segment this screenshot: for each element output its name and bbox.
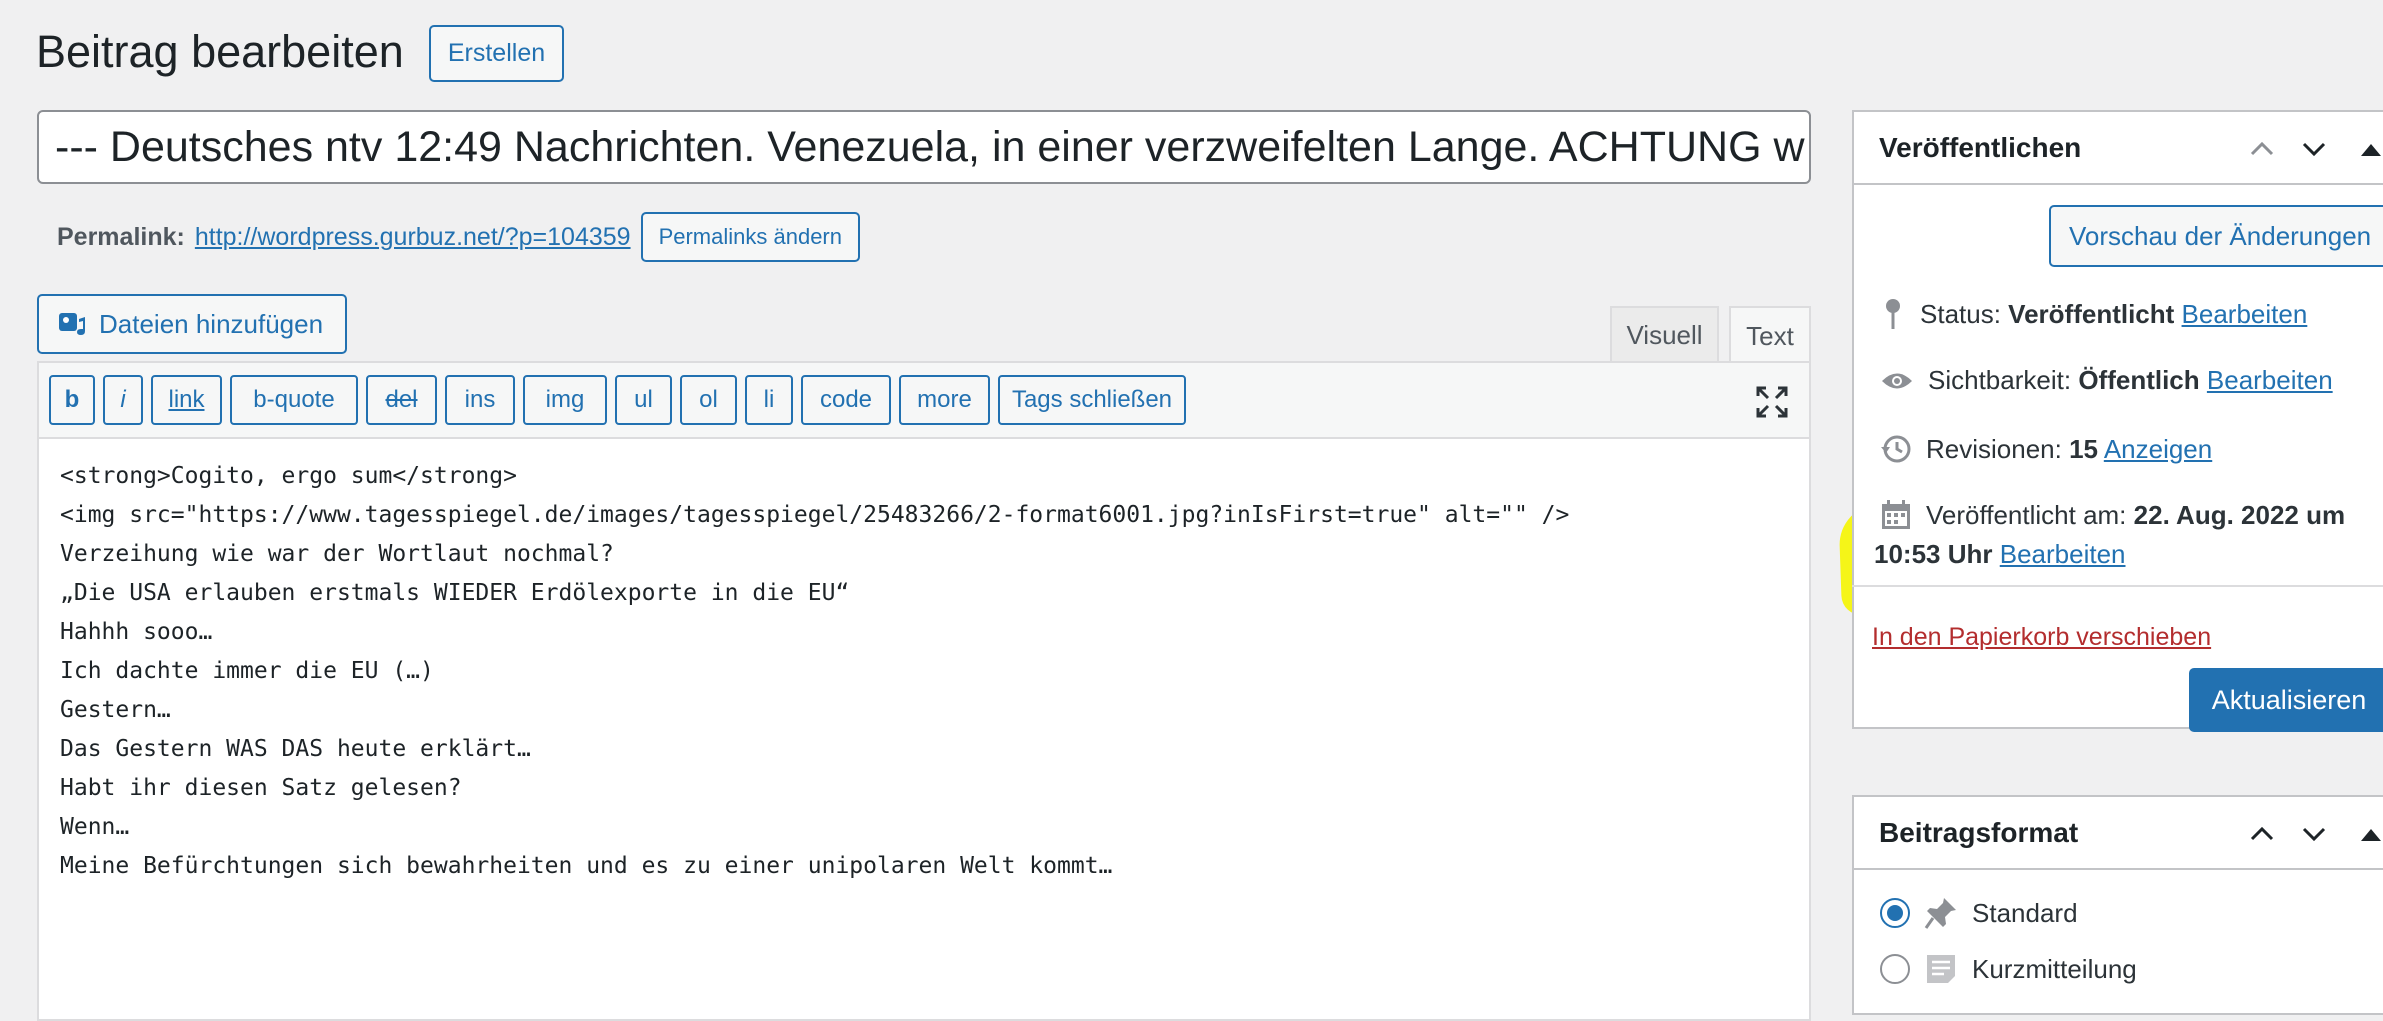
visibility-label: Sichtbarkeit: xyxy=(1928,365,2072,395)
qt-blockquote-button[interactable]: b-quote xyxy=(230,375,358,425)
visibility-row: Sichtbarkeit: Öffentlich Bearbeiten xyxy=(1880,365,2333,396)
content-line: Hahhh sooo… xyxy=(60,619,213,645)
published-time-row: 10:53 Uhr Bearbeiten xyxy=(1874,539,2126,570)
permalink-link[interactable]: http://wordpress.gurbuz.net/?p=104359 xyxy=(195,223,631,252)
page-title: Beitrag bearbeiten xyxy=(36,26,404,77)
content-line: Ich dachte immer die EU (…) xyxy=(60,658,434,684)
published-date-row: Veröffentlicht am: 22. Aug. 2022 um xyxy=(1880,499,2345,531)
post-format-box: Beitragsformat Standard Kurzmitteilung xyxy=(1852,795,2383,1015)
revisions-row: Revisionen: 15 Anzeigen xyxy=(1880,433,2212,465)
format-option-standard[interactable]: Standard xyxy=(1880,896,2078,930)
content-line: <strong>Cogito, ergo sum</strong> xyxy=(60,463,517,489)
calendar-icon xyxy=(1882,500,1910,529)
qt-code-button[interactable]: code xyxy=(801,375,891,425)
post-format-header: Beitragsformat xyxy=(1854,797,2383,870)
qt-img-button[interactable]: img xyxy=(523,375,607,425)
status-value: Veröffentlicht xyxy=(2008,298,2175,329)
toggle-arrow-icon[interactable] xyxy=(2356,134,2383,164)
pushpin-icon xyxy=(1924,898,1956,929)
qt-bold-button[interactable]: b xyxy=(49,375,95,425)
revisions-label: Revisionen: xyxy=(1926,433,2062,464)
qt-link-button[interactable]: link xyxy=(151,375,222,425)
post-format-heading: Beitragsformat xyxy=(1879,816,2079,848)
publish-box-header: Veröffentlichen xyxy=(1854,112,2383,185)
divider xyxy=(1852,585,2383,587)
add-media-label: Dateien hinzufügen xyxy=(99,308,324,339)
fullscreen-icon[interactable] xyxy=(1755,385,1789,419)
add-media-button[interactable]: Dateien hinzufügen xyxy=(37,294,347,354)
status-edit-link[interactable]: Bearbeiten xyxy=(2182,299,2308,329)
content-line: Habt ihr diesen Satz gelesen? xyxy=(60,775,462,801)
qt-ol-button[interactable]: ol xyxy=(680,375,737,425)
chevron-up-icon[interactable] xyxy=(2247,819,2277,849)
published-value: 22. Aug. 2022 um xyxy=(2133,499,2346,530)
update-button[interactable]: Aktualisieren xyxy=(2189,668,2383,732)
radio-aside[interactable] xyxy=(1880,954,1910,984)
tab-visual[interactable]: Visuell xyxy=(1610,306,1719,363)
status-label: Status: xyxy=(1920,298,2001,329)
chevron-up-icon[interactable] xyxy=(2247,134,2277,164)
content-line: <img src="https://www.tagesspiegel.de/im… xyxy=(60,502,1570,528)
qt-italic-button[interactable]: i xyxy=(103,375,143,425)
format-label-aside: Kurzmitteilung xyxy=(1972,953,2137,984)
radio-standard[interactable] xyxy=(1880,898,1910,928)
history-icon xyxy=(1881,435,1911,463)
quicktags-toolbar: b i link b-quote del ins img ul ol li co… xyxy=(39,363,1809,439)
visibility-edit-link[interactable]: Bearbeiten xyxy=(2207,365,2333,395)
toggle-arrow-icon[interactable] xyxy=(2356,819,2383,849)
move-to-trash-link[interactable]: In den Papierkorb verschieben xyxy=(1872,623,2211,652)
pin-icon xyxy=(1886,299,1900,329)
qt-close-tags-button[interactable]: Tags schließen xyxy=(998,375,1186,425)
content-line: Wenn… xyxy=(60,814,130,840)
tab-text[interactable]: Text xyxy=(1729,306,1811,365)
content-textarea[interactable]: <strong>Cogito, ergo sum</strong> <img sr… xyxy=(39,439,1809,886)
qt-li-button[interactable]: li xyxy=(745,375,793,425)
content-line: Gestern… xyxy=(60,697,171,723)
qt-del-button[interactable]: del xyxy=(366,375,437,425)
chevron-down-icon[interactable] xyxy=(2299,819,2329,849)
preview-changes-button[interactable]: Vorschau der Änderungen xyxy=(2049,205,2383,267)
media-icon xyxy=(59,313,85,335)
permalink-row: Permalink: http://wordpress.gurbuz.net/?… xyxy=(57,212,860,262)
text-editor: b i link b-quote del ins img ul ol li co… xyxy=(37,361,1811,1021)
post-title-input[interactable]: --- Deutsches ntv 12:49 Nachrichten. Ven… xyxy=(37,110,1811,184)
content-line: Meine Befürchtungen sich bewahrheiten un… xyxy=(60,853,1113,879)
permalink-label: Permalink: xyxy=(57,222,185,251)
revisions-show-link[interactable]: Anzeigen xyxy=(2104,434,2212,464)
content-line: Das Gestern WAS DAS heute erklärt… xyxy=(60,736,531,762)
content-line: „Die USA erlauben erstmals WIEDER Erdöle… xyxy=(60,580,850,606)
format-label-standard: Standard xyxy=(1972,897,2078,928)
eye-icon xyxy=(1882,373,1912,388)
publish-heading: Veröffentlichen xyxy=(1879,131,2082,163)
edit-permalinks-button[interactable]: Permalinks ändern xyxy=(640,212,860,262)
format-option-aside[interactable]: Kurzmitteilung xyxy=(1880,952,2137,986)
content-line: Verzeihung wie war der Wortlaut nochmal? xyxy=(60,541,614,567)
revisions-value: 15 xyxy=(2069,433,2099,464)
published-label: Veröffentlicht am: xyxy=(1926,499,2127,530)
status-row: Status: Veröffentlicht Bearbeiten xyxy=(1880,297,2307,331)
qt-ul-button[interactable]: ul xyxy=(615,375,672,425)
date-edit-link[interactable]: Bearbeiten xyxy=(2000,539,2126,569)
create-button[interactable]: Erstellen xyxy=(429,25,564,82)
chevron-down-icon[interactable] xyxy=(2299,134,2329,164)
qt-ins-button[interactable]: ins xyxy=(445,375,515,425)
published-time: 10:53 Uhr xyxy=(1874,539,1993,569)
qt-more-button[interactable]: more xyxy=(899,375,990,425)
aside-icon xyxy=(1927,955,1955,983)
visibility-value: Öffentlich xyxy=(2078,365,2200,395)
